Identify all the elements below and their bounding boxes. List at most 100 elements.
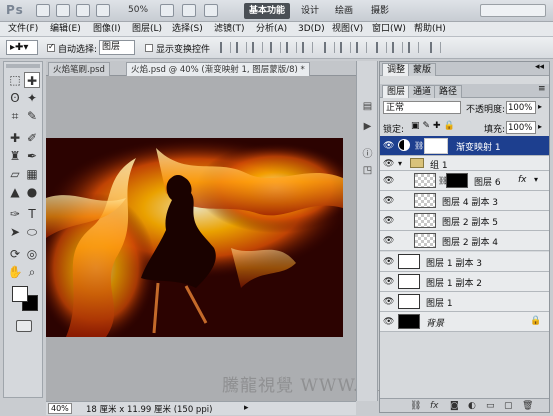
lasso-tool-icon[interactable]: ʘ	[7, 90, 23, 106]
fill-arrow-icon[interactable]: ▸	[538, 122, 542, 131]
status-zoom-field[interactable]: 40%	[48, 403, 72, 414]
visibility-eye-icon[interactable]: 👁	[383, 141, 394, 151]
tools-panel-grip[interactable]	[6, 64, 40, 68]
crop-tool-icon[interactable]: ⌗	[7, 108, 23, 124]
visibility-eye-icon[interactable]: 👁	[383, 277, 394, 287]
effects-expand-icon[interactable]: ▾	[534, 175, 538, 184]
menu-edit[interactable]: 编辑(E)	[50, 23, 81, 36]
new-adjustment-layer-icon[interactable]: ◐	[468, 401, 476, 411]
layer-row[interactable]: 👁 图层 1	[380, 292, 549, 312]
panel-menu-icon[interactable]: ≡	[538, 84, 546, 94]
align-vcenter-icon[interactable]	[236, 42, 247, 53]
menu-layer[interactable]: 图层(L)	[132, 23, 162, 36]
layer-row[interactable]: 👁 图层 2 副本 4	[380, 231, 549, 251]
gradient-tool-icon[interactable]: ▦	[24, 166, 40, 182]
add-mask-icon[interactable]: ◙	[450, 401, 459, 411]
path-selection-tool-icon[interactable]: ➤	[7, 224, 23, 240]
menu-help[interactable]: 帮助(H)	[414, 23, 446, 36]
cs-live-search[interactable]	[480, 4, 546, 17]
align-right-icon[interactable]	[302, 42, 313, 53]
distribute-left-icon[interactable]	[376, 42, 387, 53]
view-extras-icon[interactable]	[76, 4, 90, 17]
canvas-image[interactable]	[46, 138, 343, 337]
tab-paths[interactable]: 路径	[434, 85, 463, 98]
zoom-tool-icon[interactable]: ⌕	[24, 264, 40, 280]
link-layers-icon[interactable]: ⛓	[410, 401, 421, 411]
history-panel-icon[interactable]: ▤	[361, 101, 374, 114]
menu-image[interactable]: 图像(I)	[93, 23, 121, 36]
eraser-tool-icon[interactable]: ▱	[7, 166, 23, 182]
actions-panel-icon[interactable]: ▶	[361, 121, 374, 134]
tab-masks[interactable]: 蒙版	[408, 63, 437, 76]
layer-row[interactable]: 👁 ⛓ 渐变映射 1	[380, 136, 549, 156]
workspace-photography-button[interactable]: 摄影	[366, 3, 394, 19]
menu-filter[interactable]: 滤镜(T)	[214, 23, 245, 36]
show-transform-checkbox[interactable]	[145, 44, 153, 52]
align-bottom-icon[interactable]	[252, 42, 263, 53]
delete-layer-icon[interactable]: 🗑	[522, 401, 533, 411]
zoom-level-select[interactable]: 50%	[128, 5, 148, 15]
move-tool-icon[interactable]: ✚	[24, 72, 40, 88]
shape-tool-icon[interactable]: ⬭	[24, 224, 40, 240]
workspace-painting-button[interactable]: 绘画	[330, 3, 358, 19]
distribute-bottom-icon[interactable]	[356, 42, 367, 53]
tab-channels[interactable]: 通道	[408, 85, 437, 98]
arrange-documents-icon[interactable]	[160, 4, 174, 17]
layer-mask-thumbnail[interactable]	[424, 138, 448, 154]
rotate-view-icon[interactable]	[204, 4, 218, 17]
align-left-icon[interactable]	[270, 42, 281, 53]
tool-preset-picker[interactable]: ▸✚▾	[6, 40, 38, 55]
hand-tool-icon[interactable]	[96, 4, 110, 17]
pen-tool-icon[interactable]: ✑	[7, 206, 23, 222]
align-top-icon[interactable]	[220, 42, 231, 53]
new-layer-icon[interactable]: ▢	[504, 401, 513, 411]
info-panel-icon[interactable]: ⓘ	[361, 145, 374, 160]
menu-window[interactable]: 窗口(W)	[372, 23, 406, 36]
healing-brush-tool-icon[interactable]: ✚	[7, 130, 23, 146]
menu-analysis[interactable]: 分析(A)	[256, 23, 287, 36]
visibility-eye-icon[interactable]: 👁	[383, 297, 394, 307]
distribute-hcenter-icon[interactable]	[392, 42, 403, 53]
layer-effects-icon[interactable]: fx	[518, 175, 527, 185]
distribute-vcenter-icon[interactable]	[340, 42, 351, 53]
quick-mask-icon[interactable]	[16, 320, 32, 332]
auto-select-checkbox[interactable]	[47, 42, 55, 52]
fill-field[interactable]: 100%	[506, 121, 536, 134]
layer-row[interactable]: 👁 图层 1 副本 2	[380, 272, 549, 292]
lock-icons[interactable]: ▣✎✚🔒	[411, 121, 458, 131]
panel-collapse-icon[interactable]: ◂◂	[535, 62, 544, 72]
auto-select-dropdown[interactable]: 图层	[99, 40, 135, 55]
tab-layers[interactable]: 图层	[382, 85, 411, 98]
layer-row[interactable]: 👁 ⛓ 图层 6 fx ▾	[380, 171, 549, 191]
tab-adjustments[interactable]: 调整	[382, 63, 411, 76]
distribute-right-icon[interactable]	[408, 42, 419, 53]
visibility-eye-icon[interactable]: 👁	[383, 176, 394, 186]
blend-mode-select[interactable]: 正常	[383, 101, 461, 114]
visibility-eye-icon[interactable]: 👁	[383, 317, 394, 327]
type-tool-icon[interactable]: T	[24, 206, 40, 222]
screen-mode-icon[interactable]	[182, 4, 196, 17]
eyedropper-tool-icon[interactable]: ✎	[24, 108, 40, 124]
layer-row[interactable]: 👁 ▾ 组 1	[380, 156, 549, 171]
workspace-design-button[interactable]: 设计	[296, 3, 324, 19]
add-layer-style-icon[interactable]: fx	[430, 401, 439, 411]
foreground-color-swatch[interactable]	[12, 286, 28, 302]
visibility-eye-icon[interactable]: 👁	[383, 257, 394, 267]
distribute-top-icon[interactable]	[324, 42, 335, 53]
layer-row[interactable]: 👁 图层 2 副本 5	[380, 211, 549, 231]
dodge-tool-icon[interactable]: ●	[24, 184, 40, 200]
tab-flame-active[interactable]: 火焰.psd @ 40% (渐变映射 1, 图层蒙版/8) *	[126, 62, 310, 76]
tab-flame-brush[interactable]: 火焰笔刷.psd	[48, 62, 110, 76]
hand-tool-icon[interactable]: ✋	[7, 264, 23, 280]
workspace-essentials-button[interactable]: 基本功能	[244, 3, 291, 19]
status-menu-arrow-icon[interactable]: ▸	[244, 403, 249, 413]
visibility-eye-icon[interactable]: 👁	[383, 236, 394, 246]
marquee-tool-icon[interactable]: ⬚	[7, 72, 23, 88]
clone-stamp-tool-icon[interactable]: ♜	[7, 148, 23, 164]
navigator-panel-icon[interactable]: ◳	[361, 165, 374, 178]
layer-row[interactable]: 👁 图层 4 副本 3	[380, 191, 549, 211]
history-brush-tool-icon[interactable]: ✒	[24, 148, 40, 164]
layer-row[interactable]: 👁 图层 1 副本 3	[380, 252, 549, 272]
layer-mask-thumbnail[interactable]	[446, 173, 468, 188]
opacity-arrow-icon[interactable]: ▸	[538, 102, 542, 111]
